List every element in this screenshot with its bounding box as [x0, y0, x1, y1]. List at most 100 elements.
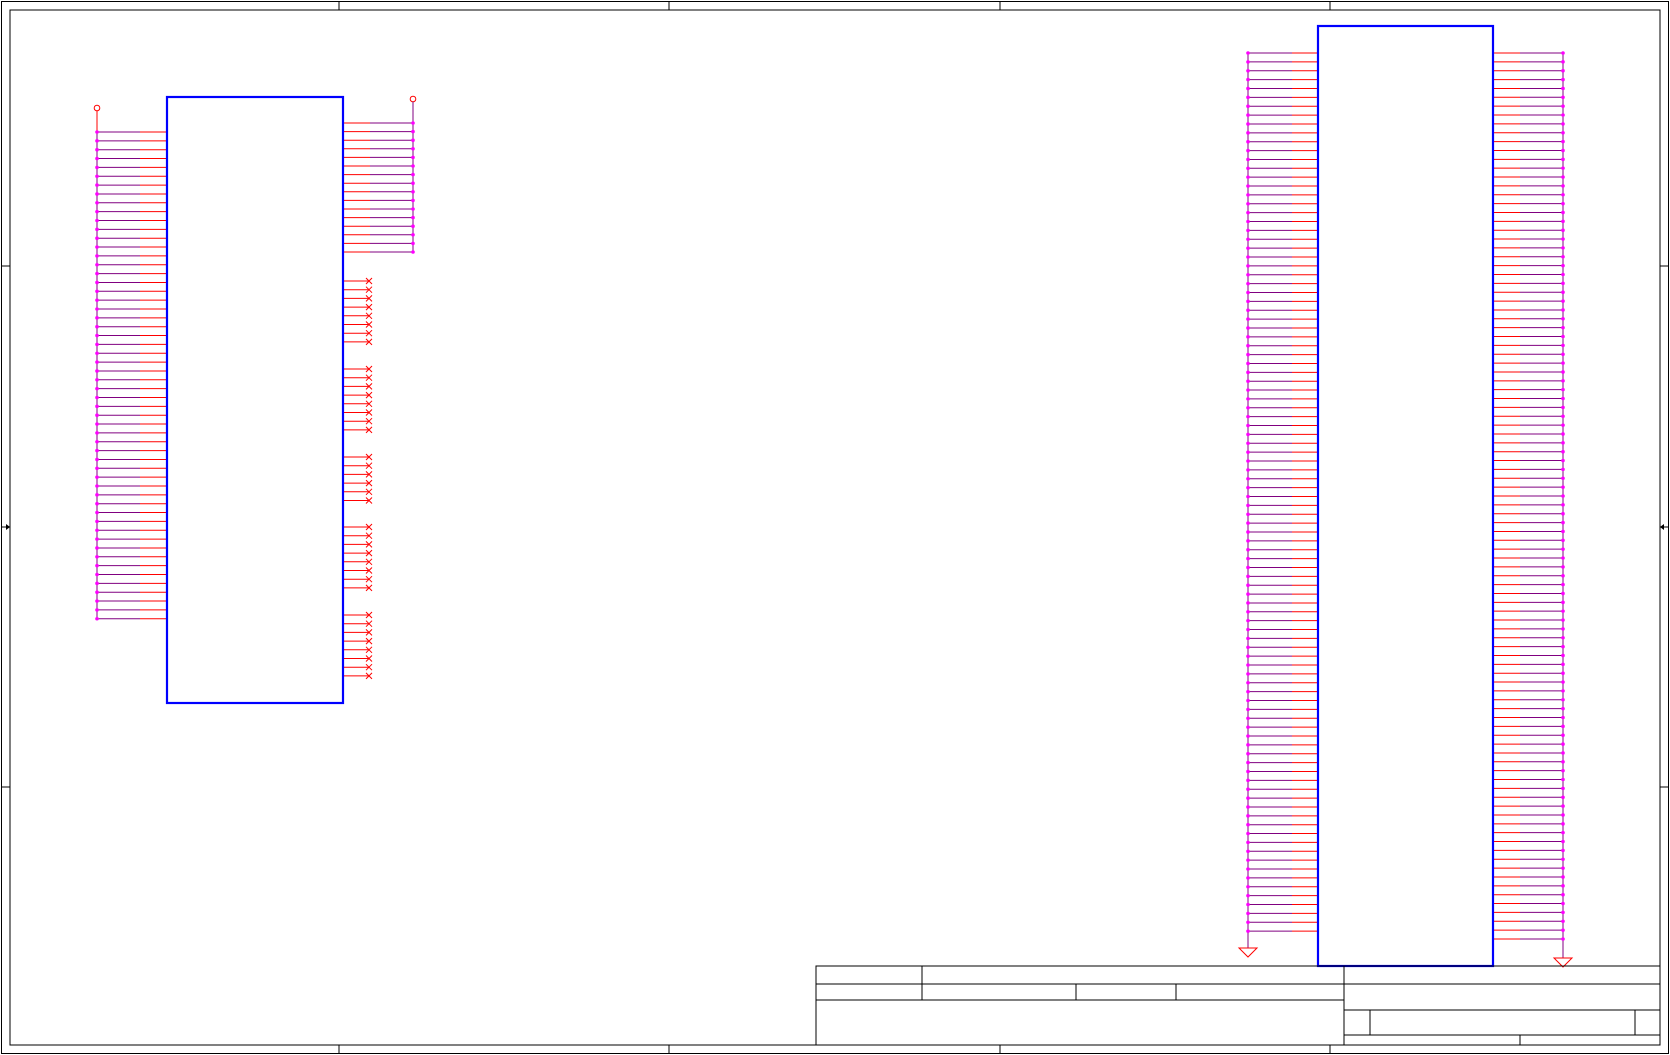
junction-dot: [1561, 458, 1565, 463]
junction-dot: [1246, 751, 1250, 756]
junction-dot: [1246, 139, 1250, 144]
junction-dot: [1561, 529, 1565, 534]
junction-dot: [1246, 680, 1250, 685]
junction-dot: [1246, 272, 1250, 277]
junction-dot: [1246, 911, 1250, 916]
junction-dot: [1246, 547, 1250, 552]
junction-dot: [1246, 556, 1250, 561]
junction-dot: [1246, 468, 1250, 472]
junction-dot: [95, 289, 99, 294]
junction-dot: [411, 190, 415, 194]
junction-dot: [1246, 299, 1250, 304]
junction-dot: [1561, 263, 1565, 268]
junction-dot: [1561, 662, 1565, 667]
junction-dot: [1246, 565, 1250, 570]
junction-dot: [1561, 476, 1565, 481]
junction-dot: [1561, 104, 1565, 108]
junction-dot: [1561, 653, 1565, 658]
junction-dot: [1246, 255, 1250, 259]
arrow-marker-icon: [1660, 524, 1664, 530]
junction-dot: [1561, 573, 1565, 578]
junction-dot: [1561, 609, 1565, 613]
junction-dot: [1561, 352, 1565, 357]
u1-body[interactable]: [165, 95, 345, 705]
junction-dot: [1561, 724, 1565, 729]
junction-dot: [95, 307, 99, 311]
junction-dot: [1246, 131, 1250, 135]
junction-dot: [1561, 494, 1565, 498]
junction-dot: [95, 466, 99, 471]
junction-dot: [1246, 672, 1250, 676]
junction-dot: [1561, 910, 1565, 915]
junction-dot: [1246, 246, 1250, 250]
junction-dot: [1561, 795, 1565, 800]
junction-dot: [1246, 663, 1250, 667]
junction-dot: [411, 207, 415, 211]
junction-dot: [1561, 715, 1565, 720]
junction-dot: [1246, 68, 1250, 73]
junction-dot: [1246, 414, 1250, 419]
junction-dot: [411, 233, 415, 237]
junction-dot: [1561, 299, 1565, 303]
junction-dot: [1246, 335, 1250, 339]
junction-dot: [95, 236, 99, 240]
junction-dot: [1561, 822, 1565, 826]
junction-dot: [1246, 787, 1250, 792]
u1-no-connect-pins: [343, 277, 373, 680]
junction-dot: [1246, 814, 1250, 818]
title-block: [815, 965, 1661, 1046]
junction-dot: [411, 181, 415, 185]
junction-dot: [1246, 237, 1250, 242]
junction-dot: [1561, 290, 1565, 295]
u1-right-pins: [343, 95, 417, 254]
junction-dot: [1561, 591, 1565, 596]
junction-dot: [1561, 875, 1565, 879]
junction-dot: [95, 599, 99, 603]
power-port-icon: [93, 104, 101, 112]
junction-dot: [1561, 308, 1565, 312]
ground-icon: [1237, 947, 1259, 958]
junction-dot: [1246, 379, 1250, 383]
junction-dot: [1246, 157, 1250, 162]
junction-dot: [95, 546, 99, 550]
component-u1[interactable]: [93, 95, 417, 705]
junction-dot: [1246, 796, 1250, 800]
junction-dot: [1561, 77, 1565, 82]
junction-dot: [1561, 520, 1565, 525]
junction-dot: [95, 360, 99, 364]
junction-dot: [1246, 406, 1250, 410]
junction-dot: [411, 129, 415, 134]
junction-dot: [1246, 397, 1250, 401]
junction-dot: [1246, 450, 1250, 454]
junction-dot: [1561, 441, 1565, 445]
junction-dot: [95, 378, 99, 382]
junction-dot: [1246, 822, 1250, 827]
junction-dot: [1561, 219, 1565, 224]
junction-dot: [1561, 937, 1565, 941]
junction-dot: [1246, 893, 1250, 898]
junction-dot: [411, 121, 415, 125]
junction-dot: [1561, 706, 1565, 711]
junction-dot: [1561, 361, 1565, 365]
junction-dot: [1246, 104, 1250, 109]
junction-dot: [1246, 343, 1250, 348]
junction-dot: [1561, 830, 1565, 835]
junction-dot: [1246, 920, 1250, 925]
junction-dot: [1561, 919, 1565, 924]
junction-dot: [411, 164, 415, 168]
junction-dot: [1561, 777, 1565, 782]
junction-dot: [1246, 618, 1250, 623]
junction-dot: [411, 250, 415, 254]
u2-body[interactable]: [1316, 24, 1495, 968]
junction-dot: [1246, 884, 1250, 889]
junction-dot: [1246, 778, 1250, 783]
junction-dot: [1246, 707, 1250, 712]
junction-dot: [1246, 317, 1250, 321]
junction-dot: [411, 138, 415, 142]
component-u2[interactable]: [1237, 24, 1574, 968]
junction-dot: [1246, 361, 1250, 366]
junction-dot: [1561, 813, 1565, 817]
junction-dot: [1561, 635, 1565, 640]
junction-dot: [1561, 396, 1565, 401]
junction-dot: [95, 475, 99, 479]
